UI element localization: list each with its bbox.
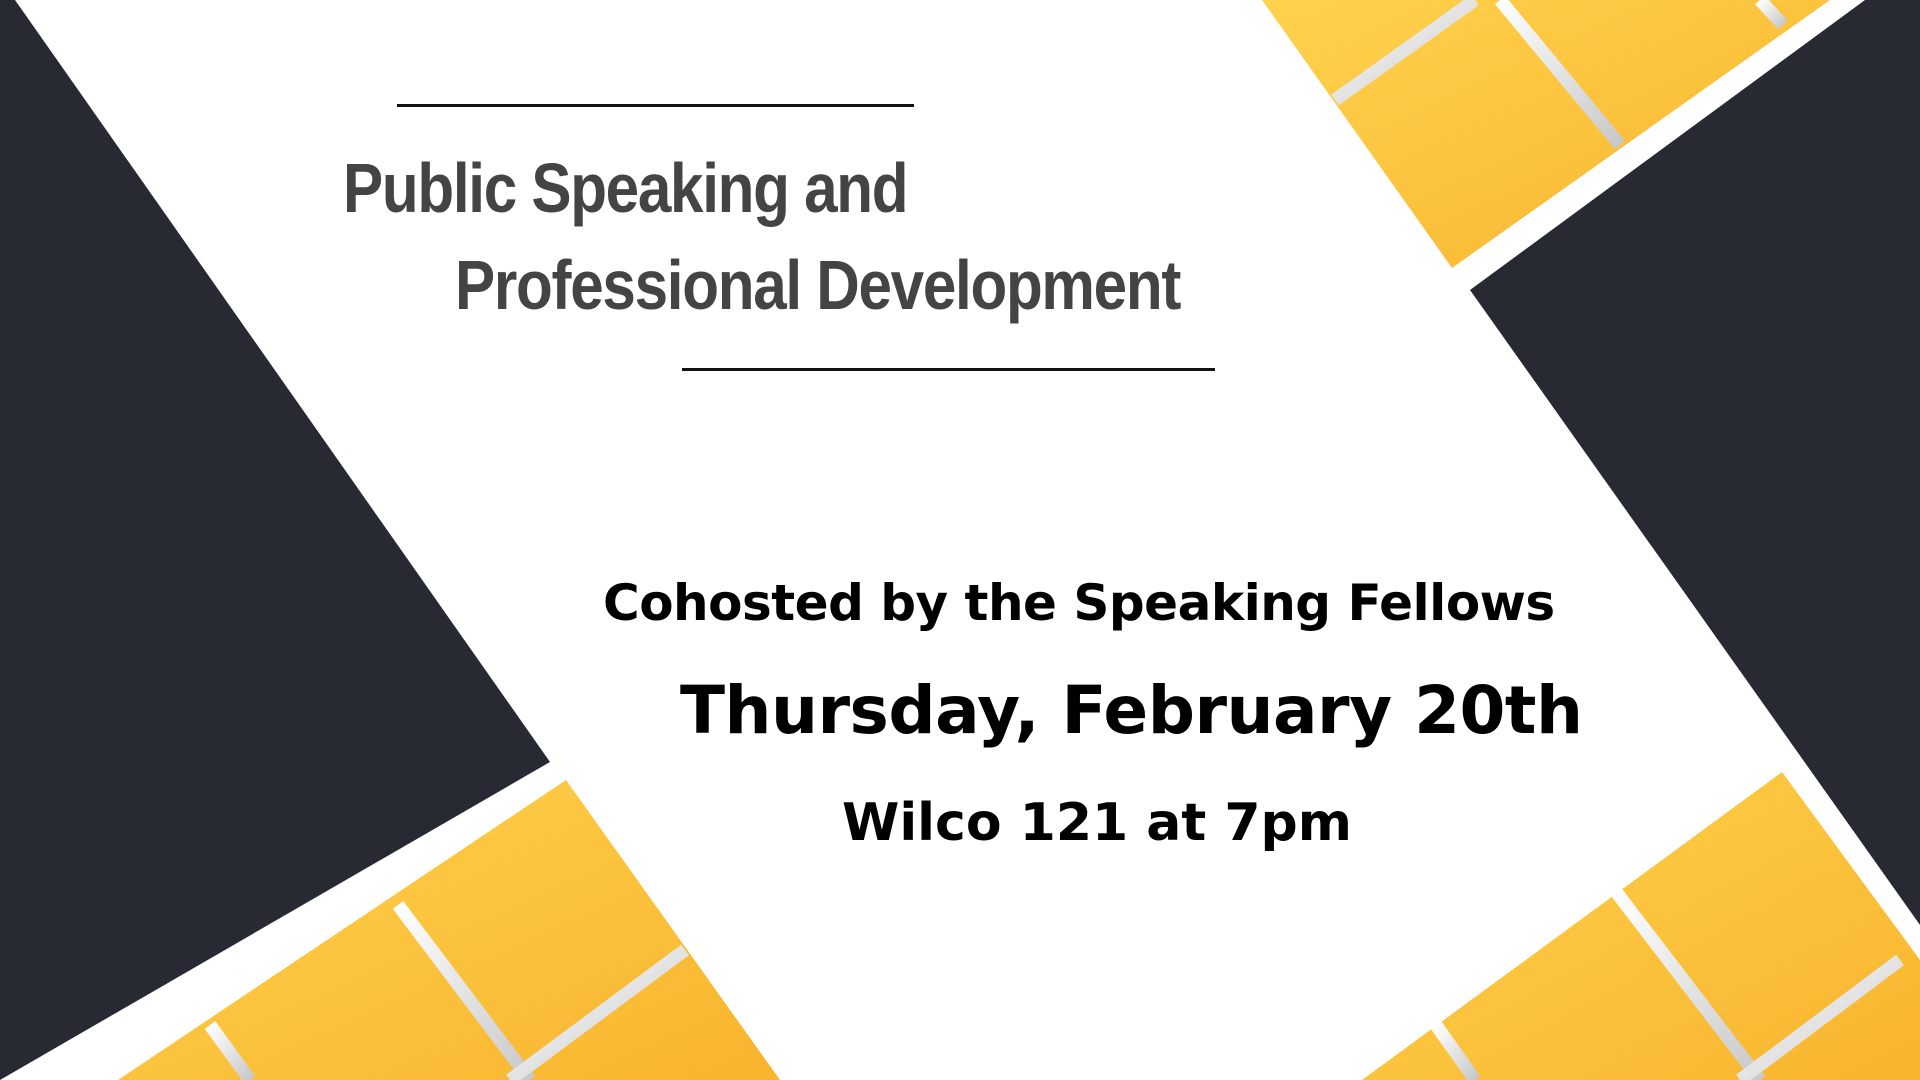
event-date: Thursday, February 20th	[680, 672, 1583, 749]
top-divider-line	[397, 104, 914, 107]
bottom-divider-line	[682, 368, 1215, 371]
title-line-2: Professional Development	[455, 246, 1181, 324]
cohost-text: Cohosted by the Speaking Fellows	[603, 574, 1555, 632]
event-location: Wilco 121 at 7pm	[842, 793, 1352, 853]
slide: Public Speaking and Professional Develop…	[0, 0, 1920, 1080]
title-line-1: Public Speaking and	[343, 149, 909, 227]
background-graphic	[0, 0, 1920, 1080]
